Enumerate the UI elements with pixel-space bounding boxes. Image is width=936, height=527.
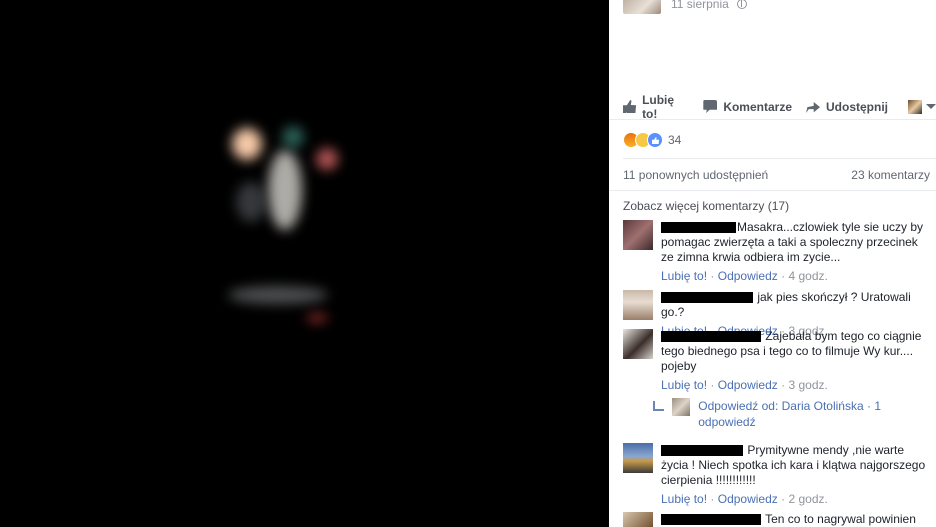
comment-meta: Lubię to! · Odpowiedz · 4 godz. bbox=[661, 269, 933, 284]
author-avatar[interactable] bbox=[623, 0, 661, 14]
reply-arrow-icon bbox=[653, 401, 665, 411]
comment-time[interactable]: 3 godz. bbox=[788, 378, 827, 392]
divider bbox=[623, 158, 936, 159]
video-frame-light bbox=[316, 148, 338, 170]
comment-body: Prymitywne mendy ,nie warte życia ! Niec… bbox=[661, 443, 933, 507]
video-frame-light bbox=[236, 182, 266, 222]
replier-avatar bbox=[672, 398, 691, 416]
comment-like-link[interactable]: Lubię to! bbox=[661, 378, 707, 392]
share-icon bbox=[806, 101, 820, 113]
thumbs-up-icon bbox=[623, 100, 637, 113]
redacted-name bbox=[661, 445, 743, 457]
divider bbox=[609, 190, 936, 191]
post-stats: 11 ponownych udostępnień 23 komentarzy bbox=[623, 168, 930, 182]
globe-icon bbox=[736, 0, 747, 9]
commenter-avatar[interactable] bbox=[623, 443, 653, 473]
replies-link-label: Odpowiedź od: Daria Otolińska · 1 odpowi… bbox=[698, 399, 881, 429]
replies-link[interactable]: Odpowiedź od: Daria Otolińska · 1 odpowi… bbox=[653, 398, 923, 430]
actor-selector[interactable] bbox=[908, 99, 936, 114]
video-frame-light bbox=[268, 150, 302, 230]
video-player[interactable] bbox=[0, 0, 609, 527]
comment-reply-link[interactable]: Odpowiedz bbox=[718, 492, 778, 506]
video-frame-light bbox=[228, 286, 328, 304]
like-label: Lubię to! bbox=[642, 92, 675, 121]
comment-body: Zajebala bym tego co ciągnie tego biedne… bbox=[661, 329, 933, 393]
comment-meta: Lubię to! · Odpowiedz · 2 godz. bbox=[661, 492, 933, 507]
video-frame-light bbox=[282, 126, 304, 148]
post-panel: 11 sierpnia Lubię to! Komentarze Udostęp… bbox=[609, 0, 936, 527]
action-bar: Lubię to! Komentarze Udostępnij bbox=[609, 93, 936, 121]
video-frame-light bbox=[232, 128, 262, 160]
comment-text: Ten co to nagrywal powinien bbox=[765, 512, 916, 526]
redacted-name bbox=[661, 292, 753, 304]
shares-count-link[interactable]: 11 ponownych udostępnień bbox=[623, 168, 768, 182]
comment-like-link[interactable]: Lubię to! bbox=[661, 269, 707, 283]
redacted-name bbox=[661, 331, 761, 343]
comment-time[interactable]: 4 godz. bbox=[788, 269, 827, 283]
separator: · bbox=[710, 269, 715, 283]
comments-count-link[interactable]: 23 komentarzy bbox=[851, 168, 930, 182]
view-more-comments-link[interactable]: Zobacz więcej komentarzy (17) bbox=[623, 199, 789, 213]
reactions-summary[interactable]: 34 bbox=[623, 132, 681, 148]
redacted-name bbox=[661, 514, 761, 526]
comment-icon bbox=[703, 100, 718, 113]
comment-label: Komentarze bbox=[723, 99, 792, 114]
separator: · bbox=[710, 492, 715, 506]
comment-body: Masakra...czlowiek tyle sie uczy by poma… bbox=[661, 220, 933, 284]
share-label: Udostępnij bbox=[826, 99, 888, 114]
like-button[interactable]: Lubię to! bbox=[623, 93, 689, 121]
comment-body: Ten co to nagrywal powinien bbox=[661, 512, 933, 527]
reaction-count: 34 bbox=[668, 133, 682, 147]
commenter-avatar[interactable] bbox=[623, 290, 653, 320]
separator: · bbox=[710, 378, 715, 392]
commenter-avatar[interactable] bbox=[623, 220, 653, 250]
post-header: 11 sierpnia bbox=[623, 0, 747, 14]
redacted-name bbox=[661, 222, 736, 234]
commenter-avatar[interactable] bbox=[623, 512, 653, 527]
comment-time[interactable]: 2 godz. bbox=[788, 492, 827, 506]
user-avatar bbox=[908, 99, 922, 114]
comment-reply-link[interactable]: Odpowiedz bbox=[718, 269, 778, 283]
separator: · bbox=[781, 378, 786, 392]
post-date[interactable]: 11 sierpnia bbox=[671, 0, 729, 11]
separator: · bbox=[781, 269, 786, 283]
comment-button[interactable]: Komentarze bbox=[703, 100, 792, 114]
comment-reply-link[interactable]: Odpowiedz bbox=[718, 378, 778, 392]
separator: · bbox=[781, 492, 786, 506]
comment-meta: Lubię to! · Odpowiedz · 3 godz. bbox=[661, 378, 933, 393]
commenter-avatar[interactable] bbox=[623, 329, 653, 359]
like-reaction-icon bbox=[647, 132, 663, 148]
chevron-down-icon bbox=[926, 104, 936, 109]
comment-like-link[interactable]: Lubię to! bbox=[661, 492, 707, 506]
share-button[interactable]: Udostępnij bbox=[806, 100, 888, 114]
video-frame-light bbox=[306, 314, 328, 322]
